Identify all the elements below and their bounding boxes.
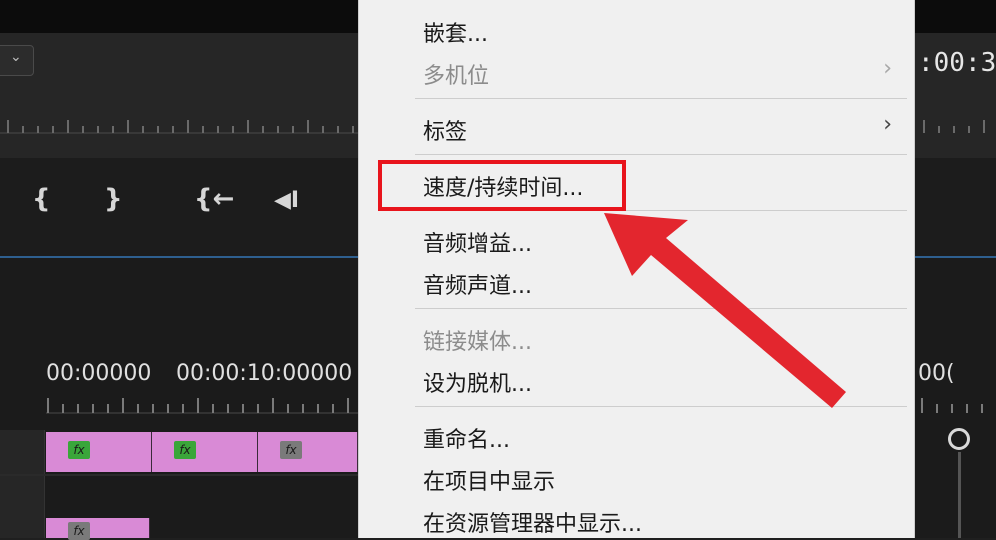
menu-separator bbox=[415, 308, 907, 309]
timeline-time-label: 00:00:10:00000 bbox=[176, 361, 353, 386]
menu-separator bbox=[415, 98, 907, 99]
chevron-down-icon: ⌄ bbox=[10, 49, 22, 65]
fx-badge: fx bbox=[68, 441, 90, 459]
submenu-arrow-icon: › bbox=[883, 56, 892, 81]
menu-item-audio-channels[interactable]: 音频声道... bbox=[423, 268, 532, 300]
mark-in-button[interactable]: { bbox=[32, 186, 51, 212]
menu-item-multicam: 多机位 bbox=[423, 64, 490, 89]
menu-item-label[interactable]: 标签 bbox=[423, 114, 467, 146]
go-to-in-button[interactable]: {← bbox=[194, 186, 234, 212]
highlight-box bbox=[378, 160, 626, 211]
timeline-clip[interactable]: fx bbox=[152, 432, 258, 472]
fx-badge: fx bbox=[280, 441, 302, 459]
menu-item-make-offline[interactable]: 设为脱机... bbox=[423, 366, 532, 398]
monitor-ruler-right bbox=[923, 120, 985, 133]
track-header bbox=[0, 430, 45, 538]
timeline-clip[interactable]: fx bbox=[46, 432, 152, 472]
menu-item-audio-gain[interactable]: 音频增益... bbox=[423, 226, 532, 258]
menu-item-reveal-in-explorer[interactable]: 在资源管理器中显示... bbox=[423, 506, 642, 538]
scrollbar-handle[interactable] bbox=[948, 428, 970, 450]
zoom-dropdown[interactable]: ⌄ bbox=[0, 45, 34, 76]
timeline-time-label: 00:00000 bbox=[46, 361, 152, 386]
monitor-ruler bbox=[0, 120, 360, 134]
menu-item-reveal-in-project[interactable]: 在项目中显示 bbox=[423, 464, 555, 496]
timeline-clip[interactable]: fx bbox=[46, 518, 150, 540]
menu-item-nest[interactable]: 嵌套... bbox=[423, 16, 488, 48]
menu-separator bbox=[415, 154, 907, 155]
program-timecode: :00:35 bbox=[918, 48, 996, 78]
step-back-button[interactable]: ◀I bbox=[274, 190, 299, 212]
track-divider bbox=[0, 474, 360, 476]
timeline-ruler-right[interactable] bbox=[918, 396, 996, 414]
context-menu: 嵌套... 多机位 › 标签 › 速度/持续时间... 音频增益... 音频声道… bbox=[358, 0, 915, 538]
timeline-clip[interactable]: fx bbox=[258, 432, 358, 472]
mark-out-button[interactable]: } bbox=[104, 186, 123, 212]
menu-item-rename[interactable]: 重命名... bbox=[423, 422, 510, 454]
scrollbar-track[interactable] bbox=[958, 452, 961, 538]
fx-badge: fx bbox=[68, 522, 90, 540]
submenu-arrow-icon: › bbox=[883, 112, 892, 137]
fx-badge: fx bbox=[174, 441, 196, 459]
menu-separator bbox=[415, 406, 907, 407]
menu-item-link-media: 链接媒体... bbox=[423, 330, 532, 355]
timeline-time-label: 00( bbox=[918, 361, 955, 386]
timeline-ruler[interactable] bbox=[46, 396, 358, 414]
